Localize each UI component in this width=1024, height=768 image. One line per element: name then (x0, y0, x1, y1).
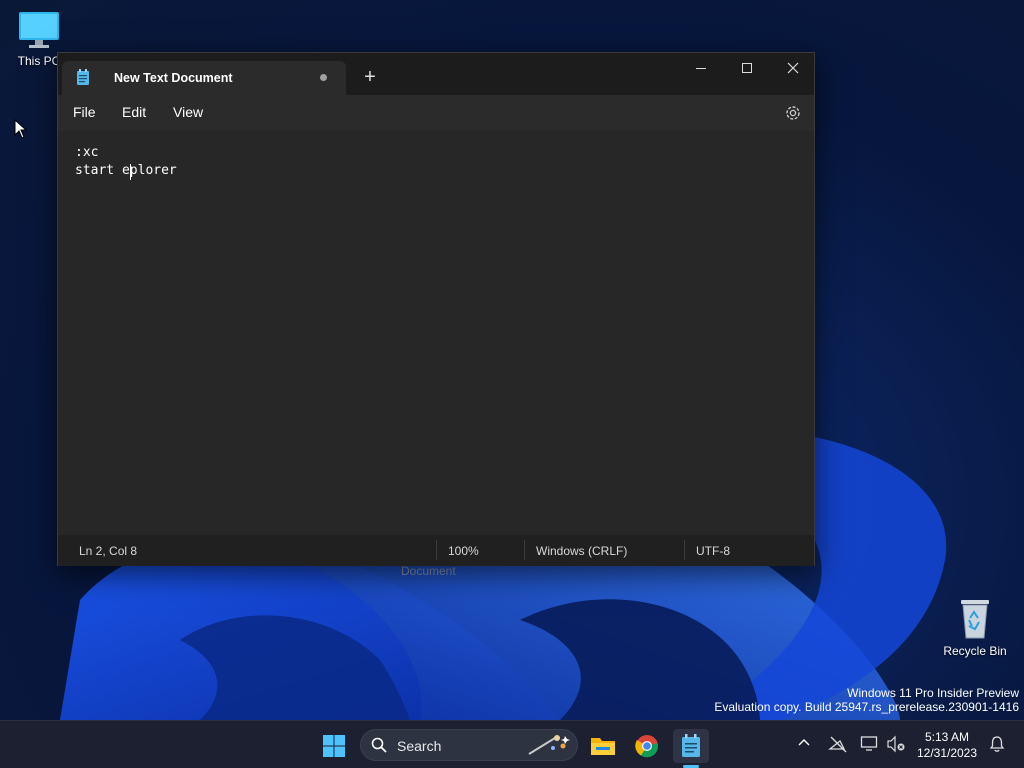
taskbar-chrome[interactable] (629, 729, 665, 763)
search-icon (371, 737, 387, 753)
watermark-line-1: Windows 11 Pro Insider Preview (847, 686, 1019, 700)
file-explorer-icon (591, 738, 615, 755)
editor-line: start eplorer (75, 163, 177, 178)
status-bar: Ln 2, Col 8 100% Windows (CRLF) UTF-8 (58, 535, 814, 566)
zoom-level[interactable]: 100% (448, 544, 479, 558)
windows-watermark: Windows 11 Pro Insider Preview Evaluatio… (714, 686, 1019, 714)
cursor-position: Ln 2, Col 8 (79, 544, 138, 558)
tab-title: New Text Document (114, 71, 233, 85)
text-caret (130, 164, 131, 180)
recycle-bin-icon (961, 600, 989, 639)
monitor-icon (19, 12, 59, 48)
menu-bar: File Edit View (58, 95, 814, 131)
status-divider (524, 540, 525, 560)
text-editor[interactable]: :xc start eplorer (58, 131, 814, 535)
desktop-icon-recycle-bin[interactable]: Recycle Bin (936, 596, 1014, 658)
mouse-pointer-icon (14, 119, 28, 139)
taskbar-clock[interactable]: 5:13 AM 12/31/2023 (912, 729, 982, 761)
search-highlight-icon (528, 735, 570, 755)
notepad-window: New Text Document + File Edit View :xc s… (57, 52, 815, 566)
desktop-background-label: Document (401, 564, 456, 578)
editor-line: :xc (75, 145, 99, 160)
taskbar-file-explorer[interactable] (585, 729, 621, 763)
chrome-icon (635, 735, 659, 758)
menu-edit[interactable]: Edit (122, 104, 146, 120)
maximize-icon (742, 63, 752, 73)
taskbar-notepad[interactable] (673, 729, 709, 763)
title-bar[interactable]: New Text Document + (58, 53, 814, 95)
status-divider (684, 540, 685, 560)
maximize-button[interactable] (724, 53, 770, 83)
menu-view[interactable]: View (173, 104, 203, 120)
start-button[interactable] (316, 729, 352, 763)
status-divider (436, 540, 437, 560)
menu-file[interactable]: File (73, 104, 96, 120)
minimize-button[interactable] (678, 53, 724, 83)
close-button[interactable] (770, 53, 816, 83)
clock-date: 12/31/2023 (916, 746, 978, 760)
desktop-icon-label: Recycle Bin (943, 644, 1007, 658)
close-icon (787, 62, 799, 74)
unsaved-indicator-dot[interactable] (320, 74, 327, 81)
desktop-icon-label: This PC (17, 54, 61, 68)
taskbar: Search 5:13 AM 12/31/2023 (0, 720, 1024, 768)
chevron-up-icon[interactable] (797, 736, 811, 750)
gear-icon (786, 106, 800, 120)
notification-bell-icon[interactable] (988, 735, 1006, 753)
minimize-icon (696, 68, 706, 69)
taskbar-search-box[interactable]: Search (360, 729, 578, 761)
settings-button[interactable] (782, 102, 804, 124)
volume-muted-icon[interactable] (886, 735, 906, 753)
encoding[interactable]: UTF-8 (696, 544, 730, 558)
notepad-icon (77, 69, 89, 85)
start-icon (323, 735, 345, 757)
watermark-line-2: Evaluation copy. Build 25947.rs_prerelea… (714, 700, 1019, 714)
search-placeholder: Search (397, 738, 442, 754)
notepad-icon (682, 734, 700, 757)
tab-new-text-document[interactable]: New Text Document (62, 61, 346, 95)
new-tab-button[interactable]: + (356, 65, 384, 89)
display-icon[interactable] (860, 735, 880, 753)
clock-time: 5:13 AM (924, 730, 970, 744)
line-ending[interactable]: Windows (CRLF) (536, 544, 627, 558)
network-disconnected-icon[interactable] (828, 735, 848, 753)
